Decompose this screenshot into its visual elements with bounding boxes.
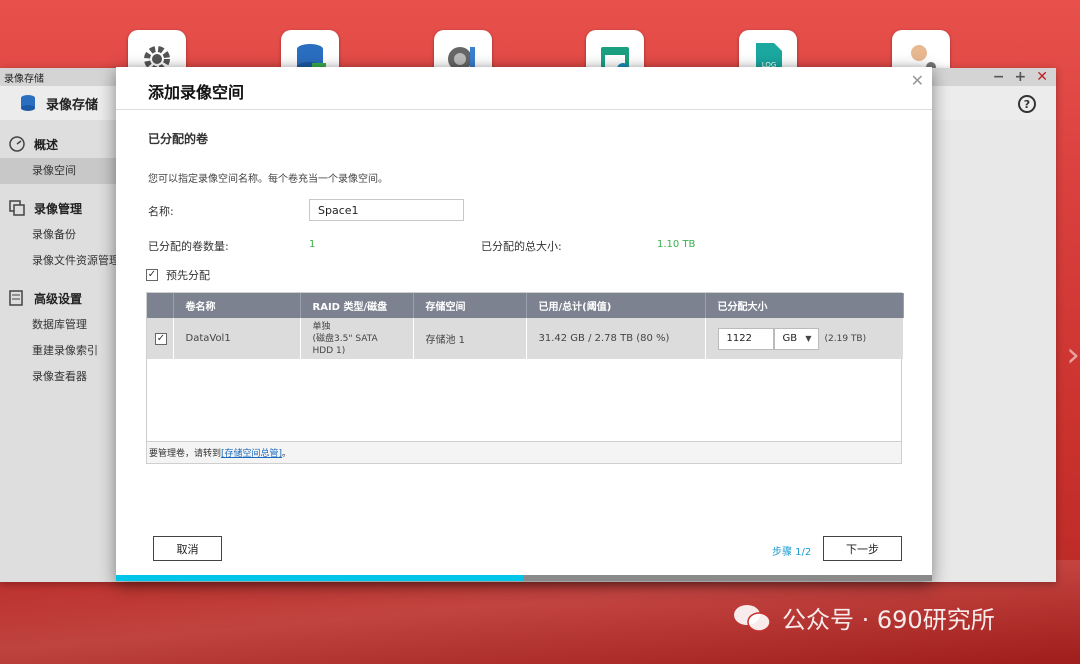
header-checkbox-cell xyxy=(147,293,174,318)
storage-manager-link[interactable]: [存储空间总管] xyxy=(221,449,282,459)
close-icon[interactable]: ✕ xyxy=(911,71,924,90)
unit-select-value: GB xyxy=(782,333,798,344)
name-input[interactable] xyxy=(309,199,464,221)
storage-logo-icon xyxy=(21,95,35,111)
unit-select[interactable]: GB ▼ xyxy=(773,327,819,350)
sidebar-head-label: 概述 xyxy=(34,137,59,152)
sidebar-group-overview: 概述 录像空间 xyxy=(0,130,118,184)
header-volume-name: 卷名称 xyxy=(173,293,301,318)
watermark-text: 公众号 · 690研究所 xyxy=(782,606,995,634)
gauge-icon xyxy=(9,136,25,152)
progress-fill xyxy=(116,575,524,581)
sidebar-item-recording-viewer[interactable]: 录像查看器 xyxy=(0,364,118,390)
sidebar-group-recording-management: 录像管理 录像备份 录像文件资源管理 xyxy=(0,194,118,274)
app-header-title: 录像存储 xyxy=(46,97,99,113)
table-row[interactable]: ✓ DataVol1 单独 (磁盘3.5" SATA HDD 1) 存储池 1 … xyxy=(147,318,904,359)
raid-line: (磁盘3.5" SATA xyxy=(312,333,378,344)
volume-count-label: 已分配的卷数量: xyxy=(148,240,229,253)
step-indicator: 步骤 1/2 xyxy=(772,547,812,558)
cancel-button[interactable]: 取消 xyxy=(153,536,222,561)
allocated-size-input[interactable] xyxy=(717,327,774,350)
header-storage-pool: 存储空间 xyxy=(413,293,527,318)
total-size-label: 已分配的总大小: xyxy=(481,240,562,253)
database-settings-icon xyxy=(9,290,23,306)
volume-count-value: 1 xyxy=(309,239,316,250)
sidebar: 概述 录像空间 录像管理 录像备份 录像文件资源管理 高级设置 数据库管理 重建… xyxy=(0,120,118,582)
cell-volume-name: DataVol1 xyxy=(173,318,301,359)
max-size-note: (2.19 TB) xyxy=(824,333,867,344)
minimize-icon[interactable]: − xyxy=(993,68,1005,86)
preallocate-label: 预先分配 xyxy=(166,269,210,282)
raid-line: 单独 xyxy=(312,321,331,332)
header-raid-type: RAID 类型/磁盘 xyxy=(300,293,414,318)
dialog-title: 添加录像空间 xyxy=(148,83,245,102)
description-text: 您可以指定录像空间名称。每个卷充当一个录像空间。 xyxy=(148,174,388,185)
sidebar-item-recording-space[interactable]: 录像空间 xyxy=(0,158,118,184)
sidebar-item-recording-file-manager[interactable]: 录像文件资源管理 xyxy=(0,248,118,274)
next-button[interactable]: 下一步 xyxy=(823,536,902,561)
total-size-value: 1.10 TB xyxy=(657,239,696,250)
help-icon[interactable]: ? xyxy=(1018,95,1036,113)
preallocate-option[interactable]: ✓ 预先分配 xyxy=(146,267,210,283)
chevron-down-icon: ▼ xyxy=(805,333,812,343)
add-recording-space-dialog: 添加录像空间 ✕ 已分配的卷 您可以指定录像空间名称。每个卷充当一个录像空间。 … xyxy=(116,67,932,581)
sidebar-item-recording-backup[interactable]: 录像备份 xyxy=(0,222,118,248)
table-header-row: 卷名称 RAID 类型/磁盘 存储空间 已用/总计(阈值) 已分配大小 xyxy=(147,293,904,318)
sidebar-item-database-management[interactable]: 数据库管理 xyxy=(0,312,118,338)
cell-raid-type: 单独 (磁盘3.5" SATA HDD 1) xyxy=(300,318,414,359)
section-title: 已分配的卷 xyxy=(148,132,209,146)
row-checkbox-cell: ✓ xyxy=(147,318,174,359)
volume-table: 卷名称 RAID 类型/磁盘 存储空间 已用/总计(阈值) 已分配大小 ✓ Da… xyxy=(146,292,904,464)
preallocate-checkbox[interactable]: ✓ xyxy=(146,269,158,281)
table-footer: 要管理卷，请转到[存储空间总管]。 xyxy=(147,441,901,463)
sidebar-head-recording-management[interactable]: 录像管理 xyxy=(0,194,118,222)
chevron-right-icon[interactable]: › xyxy=(1066,335,1080,375)
copy-icon xyxy=(9,200,25,216)
header-allocated-size: 已分配大小 xyxy=(705,293,904,318)
progress-bar xyxy=(116,575,932,581)
close-window-icon[interactable]: ✕ xyxy=(1036,68,1048,86)
maximize-icon[interactable]: + xyxy=(1015,68,1027,86)
row-checkbox[interactable]: ✓ xyxy=(155,332,167,345)
wechat-icon xyxy=(734,604,771,632)
header-used-total: 已用/总计(阈值) xyxy=(526,293,706,318)
sidebar-head-label: 高级设置 xyxy=(34,291,83,306)
sidebar-head-label: 录像管理 xyxy=(34,201,83,216)
sidebar-item-rebuild-index[interactable]: 重建录像索引 xyxy=(0,338,118,364)
footer-end: 。 xyxy=(282,449,292,459)
raid-line: HDD 1) xyxy=(312,345,346,356)
cell-storage-pool: 存储池 1 xyxy=(413,318,527,359)
name-label: 名称: xyxy=(148,205,174,218)
cell-allocated-size: GB ▼ (2.19 TB) xyxy=(705,318,904,359)
cell-used-total: 31.42 GB / 2.78 TB (80 %) xyxy=(526,318,706,359)
divider xyxy=(116,109,932,110)
watermark: 公众号 · 690研究所 xyxy=(732,600,995,635)
footer-text: 要管理卷，请转到 xyxy=(149,449,222,459)
sidebar-head-advanced-settings[interactable]: 高级设置 xyxy=(0,284,118,312)
sidebar-group-advanced-settings: 高级设置 数据库管理 重建录像索引 录像查看器 xyxy=(0,284,118,390)
window-title: 录像存储 xyxy=(4,74,44,85)
sidebar-head-overview[interactable]: 概述 xyxy=(0,130,118,158)
